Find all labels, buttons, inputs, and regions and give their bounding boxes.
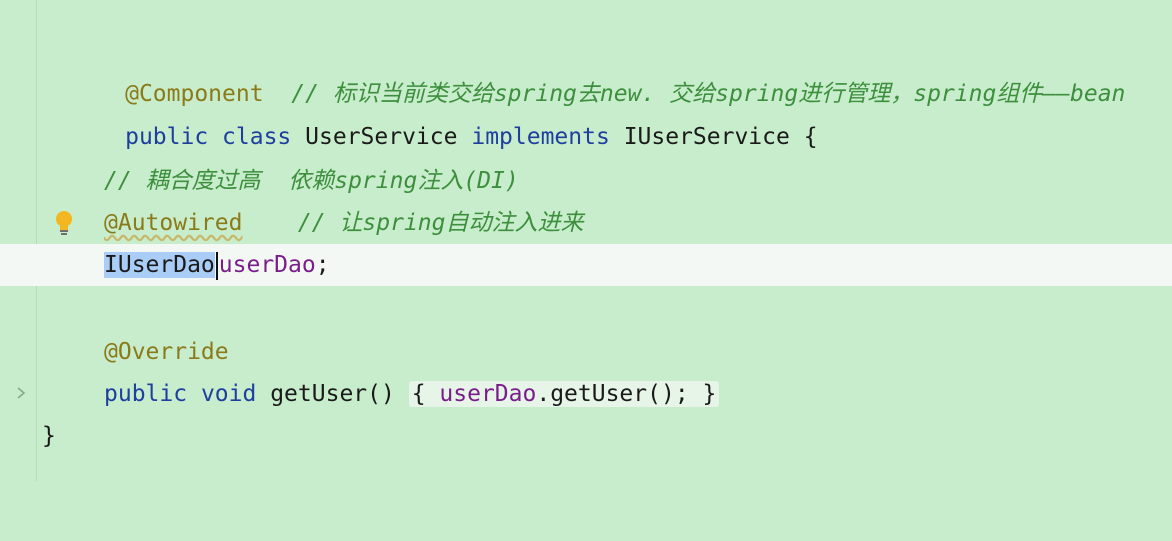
code-line-5[interactable]: @Autowired // 让spring自动注入进来 <box>0 202 1172 244</box>
code-line-8[interactable]: @Override <box>0 331 1172 373</box>
keyword-class: class <box>222 124 292 150</box>
code-editor[interactable]: @Component // 标识当前类交给spring去new. 交给sprin… <box>0 0 1172 481</box>
body-field-userdao[interactable]: userDao <box>439 381 536 407</box>
selected-type-iuserdao[interactable]: IUserDao <box>104 252 215 278</box>
coupling-comment: // 耦合度过高 依赖spring注入(DI) <box>104 168 519 194</box>
keyword-void: void <box>200 381 257 407</box>
code-line-6-current[interactable]: IUserDao userDao; <box>0 244 1172 286</box>
keyword-implements: implements <box>471 124 610 150</box>
autowired-comment: // 让spring自动注入进来 <box>297 210 584 236</box>
text-caret <box>215 251 218 280</box>
field-userdao[interactable]: userDao <box>219 252 316 278</box>
autowired-annotation[interactable]: @Autowired <box>104 210 242 236</box>
method-getuser[interactable]: getUser() <box>270 381 395 407</box>
semicolon: ; <box>315 252 330 278</box>
interface-name[interactable]: IUserService <box>624 124 790 150</box>
override-annotation[interactable]: @Override <box>104 339 229 365</box>
chevron-right-icon[interactable] <box>14 385 28 401</box>
open-brace: { <box>803 124 818 150</box>
keyword-public: public <box>125 124 209 150</box>
code-line-4[interactable]: // 耦合度过高 依赖spring注入(DI) <box>0 160 1172 202</box>
method-open-brace: { <box>411 381 426 407</box>
code-line-9[interactable]: public void getUser() { userDao.getUser(… <box>0 373 1172 415</box>
keyword-public: public <box>104 381 188 407</box>
code-line-10[interactable]: } <box>0 415 1172 457</box>
class-name[interactable]: UserService <box>305 124 457 150</box>
method-close-brace: } <box>702 381 717 407</box>
class-close-brace: } <box>42 423 56 449</box>
body-call-getuser[interactable]: .getUser(); <box>536 381 688 407</box>
code-line-2[interactable]: public class UserService implements IUse… <box>0 74 1172 150</box>
code-line-1[interactable]: @Component // 标识当前类交给spring去new. 交给sprin… <box>0 31 1172 107</box>
